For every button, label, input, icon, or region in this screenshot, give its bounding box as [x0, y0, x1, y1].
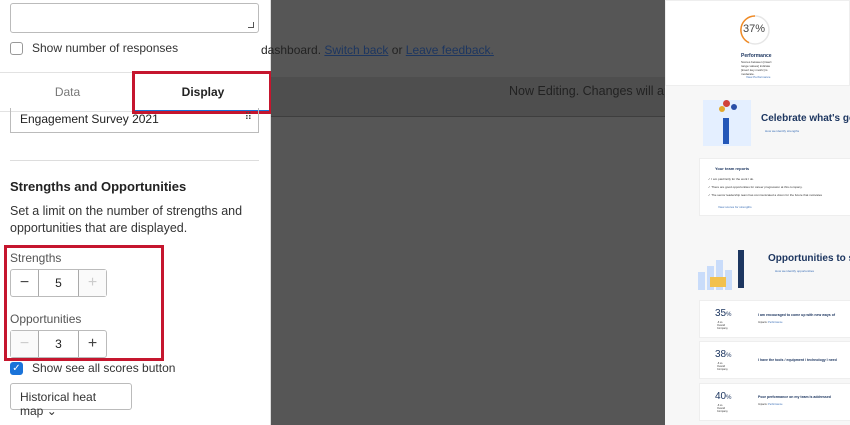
opportunities-value[interactable]: 3: [38, 331, 79, 357]
show-responses-label: Show number of responses: [32, 41, 179, 55]
dimmed-overlay[interactable]: dashboard. Switch back or Leave feedback…: [261, 0, 678, 425]
settings-panel: Show number of responses Data Display En…: [0, 0, 272, 425]
celebrate-illustration: [703, 100, 751, 146]
opportunity-compare: -6 vs. Overall Company: [717, 362, 728, 371]
banner-or: or: [391, 43, 403, 57]
chevron-down-icon: ⌄: [46, 404, 57, 418]
text-area[interactable]: [10, 3, 259, 33]
team-reports-card: Your team reports ✓ I am paid fairly for…: [699, 158, 850, 216]
editing-notice: Now Editing. Changes will app: [509, 84, 678, 98]
strengths-value[interactable]: 5: [38, 270, 79, 296]
opportunities-increment-button[interactable]: +: [79, 331, 106, 357]
heatmap-dropdown[interactable]: Historical heat map ⌄: [10, 383, 132, 418]
team-report-item: ✓ I am paid fairly for the work I do.: [708, 177, 755, 181]
team-report-item: ✓ The senior leadership team has communi…: [708, 193, 823, 197]
opportunities-stepper: − 3 +: [10, 330, 107, 358]
strengths-decrement-button[interactable]: −: [11, 270, 38, 296]
tab-data[interactable]: Data: [0, 73, 135, 112]
show-responses-checkbox[interactable]: [10, 42, 23, 55]
strengths-stepper: − 5 +: [10, 269, 107, 297]
celebrate-link[interactable]: How we identify strengths: [765, 129, 799, 133]
opportunity-text: I have the tools / equipment / technolog…: [758, 358, 837, 362]
dashboard-preview: 37% Performance Scores between [insert r…: [665, 0, 850, 425]
switch-back-link[interactable]: Switch back: [324, 43, 388, 57]
banner-text: dashboard.: [261, 43, 322, 57]
heatmap-dropdown-value: Historical heat map: [20, 390, 97, 418]
drag-handle-icon[interactable]: ⠿: [245, 112, 252, 123]
show-see-all-checkbox[interactable]: ✓: [10, 362, 23, 375]
opportunity-impacts: Impacts: Performance: [758, 403, 783, 406]
team-report-item: ✓ There are good opportunities for caree…: [708, 185, 803, 189]
gauge-title: Performance: [741, 53, 772, 59]
gauge-desc: Scores between [insert range values] ind…: [741, 60, 772, 76]
opportunity-card: 35% -6 vs. Overall Company I am encourag…: [699, 300, 850, 338]
strengths-increment-button[interactable]: +: [79, 270, 106, 296]
show-see-all-label: Show see all scores button: [32, 361, 176, 375]
section-description: Set a limit on the number of strengths a…: [10, 204, 243, 235]
gauge-link[interactable]: View Performance: [746, 75, 770, 79]
feedback-banner: dashboard. Switch back or Leave feedback…: [261, 43, 494, 57]
opportunity-compare: -6 vs. Overall Company: [717, 321, 728, 330]
survey-select-value: Engagement Survey 2021: [20, 112, 159, 126]
tab-bar: Data Display: [0, 72, 271, 112]
opportunities-decrement-button[interactable]: −: [11, 331, 38, 357]
divider: [10, 160, 259, 161]
editing-bar: Now Editing. Changes will app: [271, 77, 678, 117]
opportunities-title: Opportunities to supp: [768, 253, 850, 264]
celebrate-title: Celebrate what's going: [761, 113, 850, 124]
opportunity-text: I am encouraged to come up with new ways…: [758, 313, 836, 317]
opportunity-card: 40% -6 vs. Overall Company Poor performa…: [699, 383, 850, 421]
team-reports-link[interactable]: View scores for strengths: [718, 205, 752, 209]
strengths-label: Strengths: [10, 251, 62, 265]
opportunities-illustration: [695, 240, 757, 290]
performance-card: 37% Performance Scores between [insert r…: [665, 0, 850, 86]
gauge-value: 37%: [743, 23, 766, 35]
opportunity-card: 38% -6 vs. Overall Company I have the to…: [699, 341, 850, 379]
leave-feedback-link[interactable]: Leave feedback.: [406, 43, 494, 57]
opportunity-value: 35%: [715, 308, 732, 319]
tab-display[interactable]: Display: [135, 73, 271, 112]
opportunity-value: 38%: [715, 349, 732, 360]
opportunities-label: Opportunities: [10, 312, 82, 326]
opportunity-value: 40%: [715, 391, 732, 402]
survey-select[interactable]: Engagement Survey 2021 ⠿: [10, 108, 259, 133]
opportunity-text: Poor performance on my team is addressed: [758, 395, 831, 399]
opportunities-link[interactable]: How we identify opportunities: [775, 269, 814, 273]
opportunity-compare: -6 vs. Overall Company: [717, 404, 728, 413]
opportunity-impacts: Impacts: Performance: [758, 321, 783, 324]
team-reports-title: Your team reports: [715, 166, 750, 171]
section-title: Strengths and Opportunities: [10, 179, 187, 194]
